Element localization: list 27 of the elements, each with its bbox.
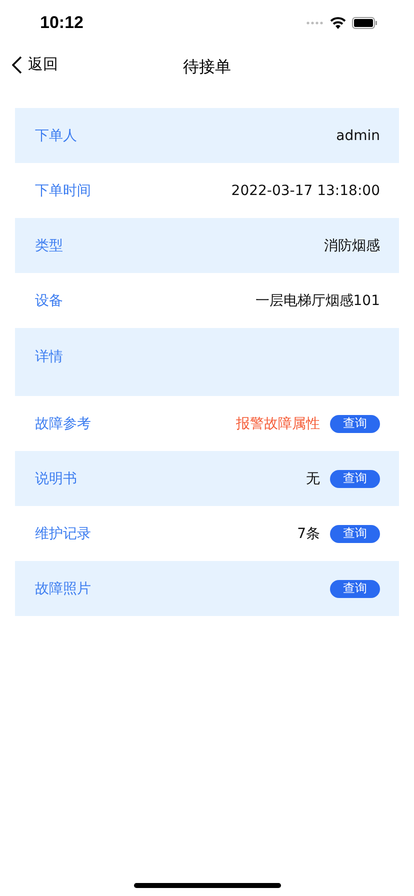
- field-value: 消防烟感: [324, 236, 380, 254]
- query-button[interactable]: 查询: [330, 580, 380, 598]
- battery-icon: [352, 17, 378, 29]
- query-button[interactable]: 查询: [330, 470, 380, 488]
- status-time: 10:12: [40, 13, 84, 33]
- field-value: 7条: [297, 524, 320, 542]
- field-value: 无: [306, 470, 320, 488]
- field-value: 报警故障属性: [236, 414, 320, 432]
- field-label: 下单人: [35, 126, 77, 144]
- wifi-icon: [330, 17, 346, 29]
- field-label: 详情: [35, 348, 63, 366]
- field-label: 类型: [35, 236, 63, 254]
- field-label: 故障参考: [35, 414, 91, 432]
- page-title: 待接单: [183, 56, 231, 78]
- back-button[interactable]: 返回: [12, 55, 58, 74]
- field-label: 下单时间: [35, 182, 91, 200]
- chevron-left-icon: [12, 56, 22, 74]
- field-label: 故障照片: [35, 580, 91, 598]
- signal-icon: [306, 21, 324, 25]
- field-value: 2022-03-17 13:18:00: [231, 182, 380, 198]
- field-value: 一层电梯厅烟感101: [255, 292, 380, 310]
- field-label: 设备: [35, 292, 63, 310]
- field-value: admin: [336, 128, 380, 144]
- field-label: 说明书: [35, 470, 77, 488]
- query-button[interactable]: 查询: [330, 524, 380, 542]
- field-label: 维护记录: [35, 524, 91, 542]
- query-button[interactable]: 查询: [330, 414, 380, 432]
